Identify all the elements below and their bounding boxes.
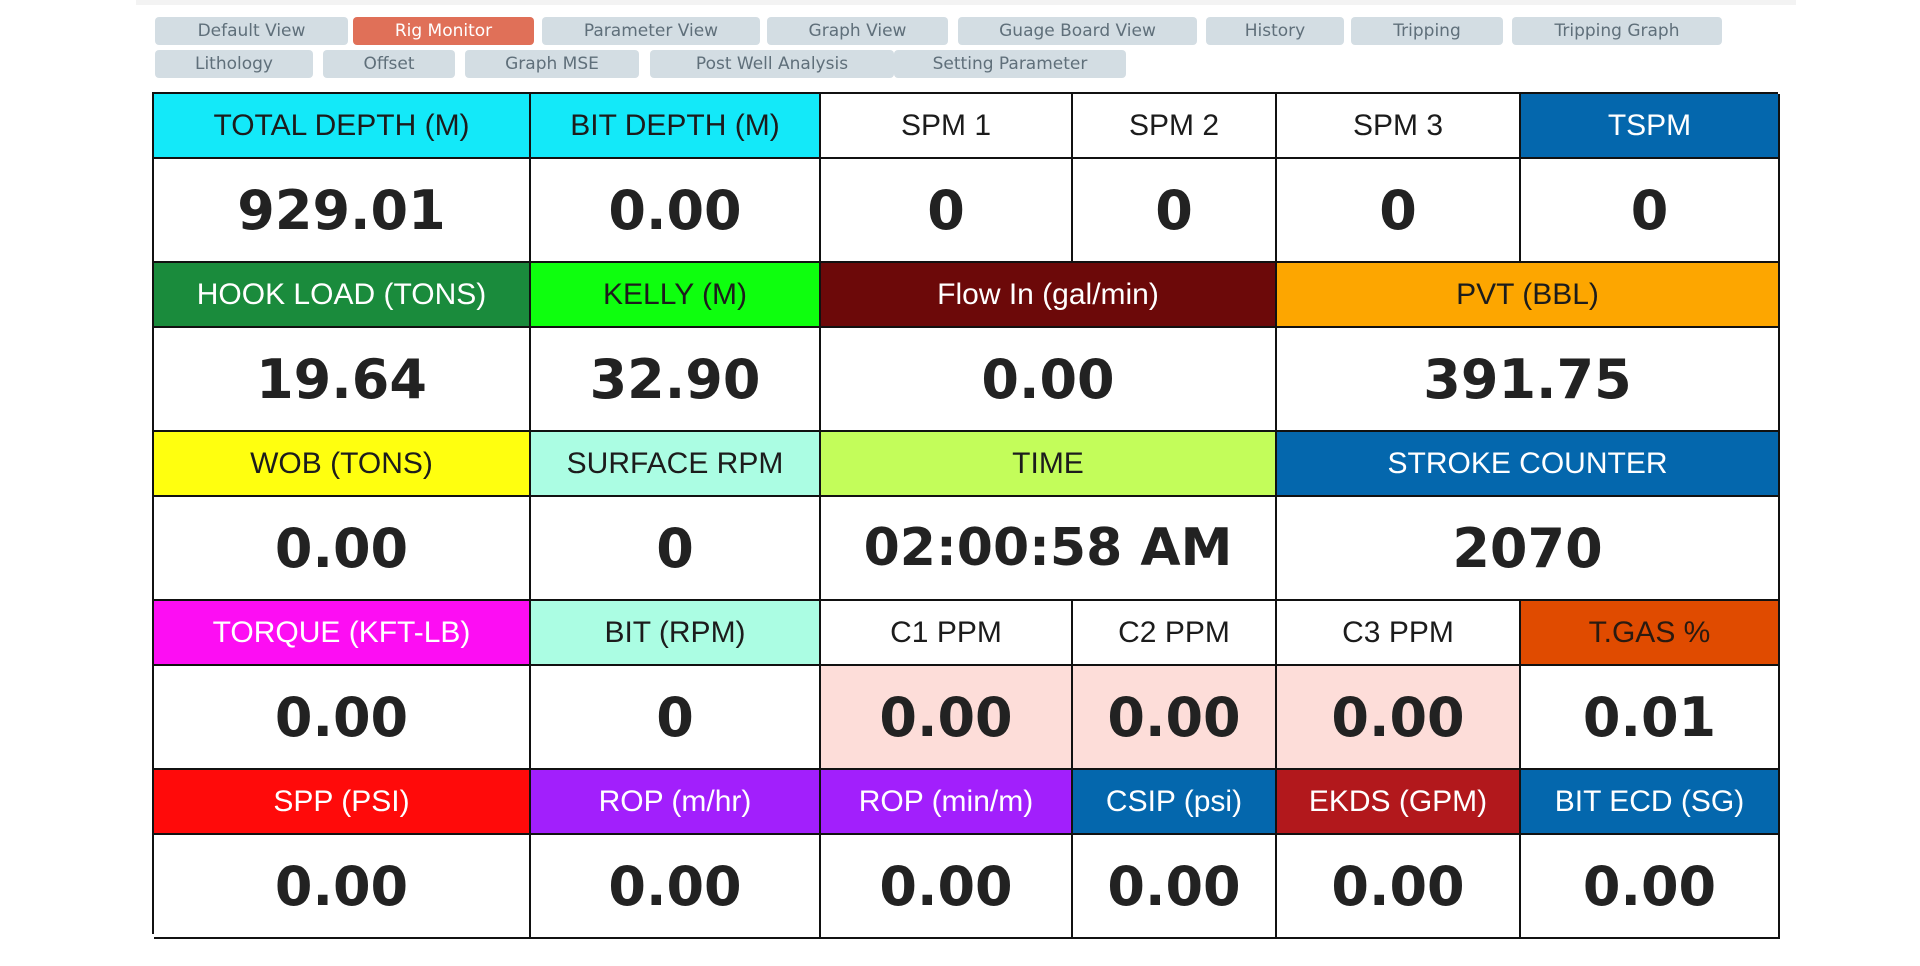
ekds-label: EKDS (GPM) (1277, 770, 1521, 835)
surface-rpm-label: SURFACE RPM (531, 432, 821, 497)
spm1-value: 0 (821, 159, 1073, 263)
hook-load-label: HOOK LOAD (TONS) (154, 263, 531, 328)
tab-lithology[interactable]: Lithology (155, 50, 313, 78)
rig-monitor-grid: TOTAL DEPTH (M) BIT DEPTH (M) SPM 1 SPM … (152, 92, 1780, 939)
csip-value: 0.00 (1073, 835, 1277, 939)
bit-ecd-label: BIT ECD (SG) (1521, 770, 1780, 835)
view-tabs: Default View Rig Monitor Parameter View … (150, 0, 1810, 90)
tab-default-view[interactable]: Default View (155, 17, 348, 45)
c3-ppm-value: 0.00 (1277, 666, 1521, 770)
flow-in-value: 0.00 (821, 328, 1277, 432)
spp-label: SPP (PSI) (154, 770, 531, 835)
tab-setting-parameter[interactable]: Setting Parameter (894, 50, 1126, 78)
stroke-counter-label: STROKE COUNTER (1277, 432, 1780, 497)
c1-ppm-value: 0.00 (821, 666, 1073, 770)
kelly-label: KELLY (M) (531, 263, 821, 328)
flow-in-label: Flow In (gal/min) (821, 263, 1277, 328)
bit-ecd-value: 0.00 (1521, 835, 1780, 939)
pvt-label: PVT (BBL) (1277, 263, 1780, 328)
surface-rpm-value: 0 (531, 497, 821, 601)
stroke-counter-value: 2070 (1277, 497, 1780, 601)
rop-minm-label: ROP (min/m) (821, 770, 1073, 835)
tab-guage-board-view[interactable]: Guage Board View (958, 17, 1197, 45)
tab-parameter-view[interactable]: Parameter View (542, 17, 760, 45)
tab-history[interactable]: History (1206, 17, 1344, 45)
bit-depth-label: BIT DEPTH (M) (531, 94, 821, 159)
tspm-label: TSPM (1521, 94, 1780, 159)
time-label: TIME (821, 432, 1277, 497)
pvt-value: 391.75 (1277, 328, 1780, 432)
spp-value: 0.00 (154, 835, 531, 939)
spm2-label: SPM 2 (1073, 94, 1277, 159)
kelly-value: 32.90 (531, 328, 821, 432)
rop-mhr-value: 0.00 (531, 835, 821, 939)
tab-tripping[interactable]: Tripping (1351, 17, 1503, 45)
spm3-value: 0 (1277, 159, 1521, 263)
time-value: 02:00:58 AM (821, 497, 1277, 601)
tab-rig-monitor[interactable]: Rig Monitor (353, 17, 534, 45)
spm1-label: SPM 1 (821, 94, 1073, 159)
c1-ppm-label: C1 PPM (821, 601, 1073, 666)
tab-tripping-graph[interactable]: Tripping Graph (1512, 17, 1722, 45)
c3-ppm-label: C3 PPM (1277, 601, 1521, 666)
tgas-label: T.GAS % (1521, 601, 1780, 666)
rop-mhr-label: ROP (m/hr) (531, 770, 821, 835)
tgas-value: 0.01 (1521, 666, 1780, 770)
bit-rpm-value: 0 (531, 666, 821, 770)
csip-label: CSIP (psi) (1073, 770, 1277, 835)
bit-depth-value: 0.00 (531, 159, 821, 263)
c2-ppm-value: 0.00 (1073, 666, 1277, 770)
tab-offset[interactable]: Offset (323, 50, 455, 78)
torque-value: 0.00 (154, 666, 531, 770)
hook-load-value: 19.64 (154, 328, 531, 432)
tab-post-well-analysis[interactable]: Post Well Analysis (650, 50, 894, 78)
tab-graph-view[interactable]: Graph View (767, 17, 948, 45)
torque-label: TORQUE (KFT-LB) (154, 601, 531, 666)
wob-label: WOB (TONS) (154, 432, 531, 497)
c2-ppm-label: C2 PPM (1073, 601, 1277, 666)
wob-value: 0.00 (154, 497, 531, 601)
total-depth-label: TOTAL DEPTH (M) (154, 94, 531, 159)
total-depth-value: 929.01 (154, 159, 531, 263)
ekds-value: 0.00 (1277, 835, 1521, 939)
spm3-label: SPM 3 (1277, 94, 1521, 159)
rop-minm-value: 0.00 (821, 835, 1073, 939)
tab-graph-mse[interactable]: Graph MSE (465, 50, 639, 78)
bit-rpm-label: BIT (RPM) (531, 601, 821, 666)
spm2-value: 0 (1073, 159, 1277, 263)
tspm-value: 0 (1521, 159, 1780, 263)
